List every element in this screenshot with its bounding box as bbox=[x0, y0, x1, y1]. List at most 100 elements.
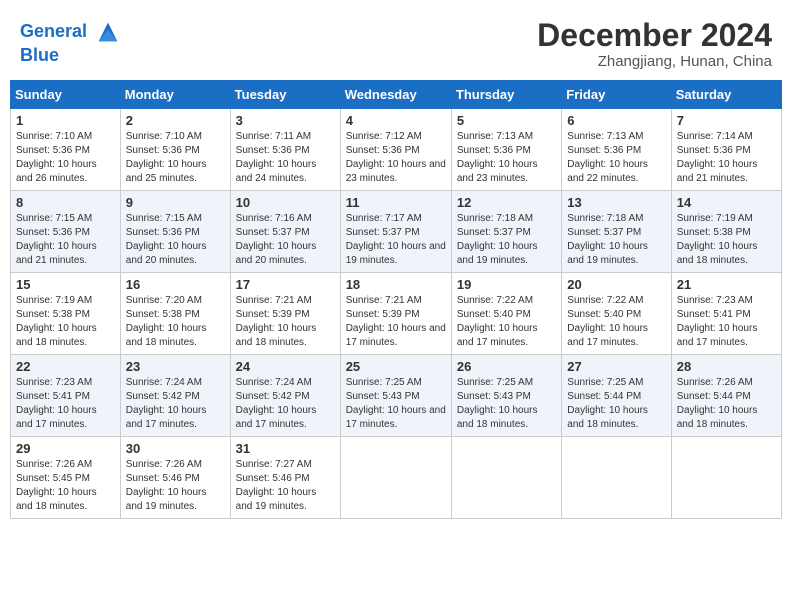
day-detail: Sunrise: 7:13 AMSunset: 5:36 PMDaylight:… bbox=[567, 130, 665, 186]
day-detail: Sunrise: 7:23 AMSunset: 5:41 PMDaylight:… bbox=[16, 376, 115, 432]
day-number: 11 bbox=[346, 195, 446, 210]
table-cell: 2 Sunrise: 7:10 AMSunset: 5:36 PMDayligh… bbox=[120, 109, 230, 191]
table-row: 1 Sunrise: 7:10 AMSunset: 5:36 PMDayligh… bbox=[11, 109, 782, 191]
day-detail: Sunrise: 7:18 AMSunset: 5:37 PMDaylight:… bbox=[457, 212, 556, 268]
header-row: Sunday Monday Tuesday Wednesday Thursday… bbox=[11, 81, 782, 109]
day-number: 24 bbox=[236, 359, 335, 374]
day-detail: Sunrise: 7:24 AMSunset: 5:42 PMDaylight:… bbox=[126, 376, 225, 432]
page-header: General Blue December 2024 Zhangjiang, H… bbox=[10, 10, 782, 76]
day-number: 13 bbox=[567, 195, 665, 210]
table-row: 8 Sunrise: 7:15 AMSunset: 5:36 PMDayligh… bbox=[11, 191, 782, 273]
day-number: 14 bbox=[677, 195, 776, 210]
day-number: 19 bbox=[457, 277, 556, 292]
table-cell: 6 Sunrise: 7:13 AMSunset: 5:36 PMDayligh… bbox=[562, 109, 671, 191]
day-number: 26 bbox=[457, 359, 556, 374]
table-cell: 24 Sunrise: 7:24 AMSunset: 5:42 PMDaylig… bbox=[230, 355, 340, 437]
day-detail: Sunrise: 7:24 AMSunset: 5:42 PMDaylight:… bbox=[236, 376, 335, 432]
day-detail: Sunrise: 7:19 AMSunset: 5:38 PMDaylight:… bbox=[677, 212, 776, 268]
day-detail: Sunrise: 7:27 AMSunset: 5:46 PMDaylight:… bbox=[236, 458, 335, 514]
day-number: 4 bbox=[346, 113, 446, 128]
table-cell: 26 Sunrise: 7:25 AMSunset: 5:43 PMDaylig… bbox=[451, 355, 561, 437]
day-number: 2 bbox=[126, 113, 225, 128]
logo-text: General bbox=[20, 18, 122, 46]
day-detail: Sunrise: 7:15 AMSunset: 5:36 PMDaylight:… bbox=[126, 212, 225, 268]
logo-general: General bbox=[20, 21, 87, 41]
table-cell: 30 Sunrise: 7:26 AMSunset: 5:46 PMDaylig… bbox=[120, 437, 230, 519]
day-number: 5 bbox=[457, 113, 556, 128]
day-detail: Sunrise: 7:22 AMSunset: 5:40 PMDaylight:… bbox=[567, 294, 665, 350]
table-cell bbox=[451, 437, 561, 519]
table-row: 22 Sunrise: 7:23 AMSunset: 5:41 PMDaylig… bbox=[11, 355, 782, 437]
logo-blue: Blue bbox=[20, 46, 122, 66]
table-cell: 17 Sunrise: 7:21 AMSunset: 5:39 PMDaylig… bbox=[230, 273, 340, 355]
col-sunday: Sunday bbox=[11, 81, 121, 109]
day-number: 3 bbox=[236, 113, 335, 128]
day-detail: Sunrise: 7:10 AMSunset: 5:36 PMDaylight:… bbox=[16, 130, 115, 186]
day-number: 8 bbox=[16, 195, 115, 210]
table-cell: 29 Sunrise: 7:26 AMSunset: 5:45 PMDaylig… bbox=[11, 437, 121, 519]
month-year-title: December 2024 bbox=[537, 18, 772, 53]
location-subtitle: Zhangjiang, Hunan, China bbox=[537, 53, 772, 70]
table-cell: 5 Sunrise: 7:13 AMSunset: 5:36 PMDayligh… bbox=[451, 109, 561, 191]
day-detail: Sunrise: 7:13 AMSunset: 5:36 PMDaylight:… bbox=[457, 130, 556, 186]
table-cell: 4 Sunrise: 7:12 AMSunset: 5:36 PMDayligh… bbox=[340, 109, 451, 191]
table-cell: 15 Sunrise: 7:19 AMSunset: 5:38 PMDaylig… bbox=[11, 273, 121, 355]
table-cell: 1 Sunrise: 7:10 AMSunset: 5:36 PMDayligh… bbox=[11, 109, 121, 191]
day-detail: Sunrise: 7:19 AMSunset: 5:38 PMDaylight:… bbox=[16, 294, 115, 350]
table-cell: 12 Sunrise: 7:18 AMSunset: 5:37 PMDaylig… bbox=[451, 191, 561, 273]
day-number: 18 bbox=[346, 277, 446, 292]
logo-icon bbox=[94, 18, 122, 46]
day-detail: Sunrise: 7:25 AMSunset: 5:43 PMDaylight:… bbox=[457, 376, 556, 432]
table-cell: 23 Sunrise: 7:24 AMSunset: 5:42 PMDaylig… bbox=[120, 355, 230, 437]
table-cell: 9 Sunrise: 7:15 AMSunset: 5:36 PMDayligh… bbox=[120, 191, 230, 273]
table-cell: 22 Sunrise: 7:23 AMSunset: 5:41 PMDaylig… bbox=[11, 355, 121, 437]
day-detail: Sunrise: 7:18 AMSunset: 5:37 PMDaylight:… bbox=[567, 212, 665, 268]
day-number: 17 bbox=[236, 277, 335, 292]
day-number: 9 bbox=[126, 195, 225, 210]
day-detail: Sunrise: 7:16 AMSunset: 5:37 PMDaylight:… bbox=[236, 212, 335, 268]
day-detail: Sunrise: 7:12 AMSunset: 5:36 PMDaylight:… bbox=[346, 130, 446, 186]
day-number: 6 bbox=[567, 113, 665, 128]
day-detail: Sunrise: 7:11 AMSunset: 5:36 PMDaylight:… bbox=[236, 130, 335, 186]
day-detail: Sunrise: 7:17 AMSunset: 5:37 PMDaylight:… bbox=[346, 212, 446, 268]
day-number: 1 bbox=[16, 113, 115, 128]
logo: General Blue bbox=[20, 18, 122, 66]
table-cell: 7 Sunrise: 7:14 AMSunset: 5:36 PMDayligh… bbox=[671, 109, 781, 191]
day-number: 31 bbox=[236, 441, 335, 456]
table-cell bbox=[671, 437, 781, 519]
day-detail: Sunrise: 7:14 AMSunset: 5:36 PMDaylight:… bbox=[677, 130, 776, 186]
day-number: 30 bbox=[126, 441, 225, 456]
table-cell: 25 Sunrise: 7:25 AMSunset: 5:43 PMDaylig… bbox=[340, 355, 451, 437]
day-number: 23 bbox=[126, 359, 225, 374]
day-number: 27 bbox=[567, 359, 665, 374]
day-detail: Sunrise: 7:10 AMSunset: 5:36 PMDaylight:… bbox=[126, 130, 225, 186]
col-friday: Friday bbox=[562, 81, 671, 109]
day-number: 20 bbox=[567, 277, 665, 292]
day-detail: Sunrise: 7:20 AMSunset: 5:38 PMDaylight:… bbox=[126, 294, 225, 350]
table-cell: 18 Sunrise: 7:21 AMSunset: 5:39 PMDaylig… bbox=[340, 273, 451, 355]
table-cell: 19 Sunrise: 7:22 AMSunset: 5:40 PMDaylig… bbox=[451, 273, 561, 355]
table-cell: 21 Sunrise: 7:23 AMSunset: 5:41 PMDaylig… bbox=[671, 273, 781, 355]
table-cell: 11 Sunrise: 7:17 AMSunset: 5:37 PMDaylig… bbox=[340, 191, 451, 273]
day-detail: Sunrise: 7:21 AMSunset: 5:39 PMDaylight:… bbox=[346, 294, 446, 350]
day-number: 25 bbox=[346, 359, 446, 374]
day-detail: Sunrise: 7:25 AMSunset: 5:43 PMDaylight:… bbox=[346, 376, 446, 432]
col-tuesday: Tuesday bbox=[230, 81, 340, 109]
table-cell: 3 Sunrise: 7:11 AMSunset: 5:36 PMDayligh… bbox=[230, 109, 340, 191]
table-cell: 10 Sunrise: 7:16 AMSunset: 5:37 PMDaylig… bbox=[230, 191, 340, 273]
day-number: 21 bbox=[677, 277, 776, 292]
table-cell: 20 Sunrise: 7:22 AMSunset: 5:40 PMDaylig… bbox=[562, 273, 671, 355]
day-number: 22 bbox=[16, 359, 115, 374]
table-cell: 27 Sunrise: 7:25 AMSunset: 5:44 PMDaylig… bbox=[562, 355, 671, 437]
table-cell: 31 Sunrise: 7:27 AMSunset: 5:46 PMDaylig… bbox=[230, 437, 340, 519]
day-detail: Sunrise: 7:26 AMSunset: 5:45 PMDaylight:… bbox=[16, 458, 115, 514]
table-cell bbox=[340, 437, 451, 519]
day-detail: Sunrise: 7:26 AMSunset: 5:44 PMDaylight:… bbox=[677, 376, 776, 432]
day-number: 12 bbox=[457, 195, 556, 210]
table-row: 15 Sunrise: 7:19 AMSunset: 5:38 PMDaylig… bbox=[11, 273, 782, 355]
table-cell: 13 Sunrise: 7:18 AMSunset: 5:37 PMDaylig… bbox=[562, 191, 671, 273]
day-detail: Sunrise: 7:15 AMSunset: 5:36 PMDaylight:… bbox=[16, 212, 115, 268]
day-detail: Sunrise: 7:22 AMSunset: 5:40 PMDaylight:… bbox=[457, 294, 556, 350]
day-number: 29 bbox=[16, 441, 115, 456]
day-number: 28 bbox=[677, 359, 776, 374]
